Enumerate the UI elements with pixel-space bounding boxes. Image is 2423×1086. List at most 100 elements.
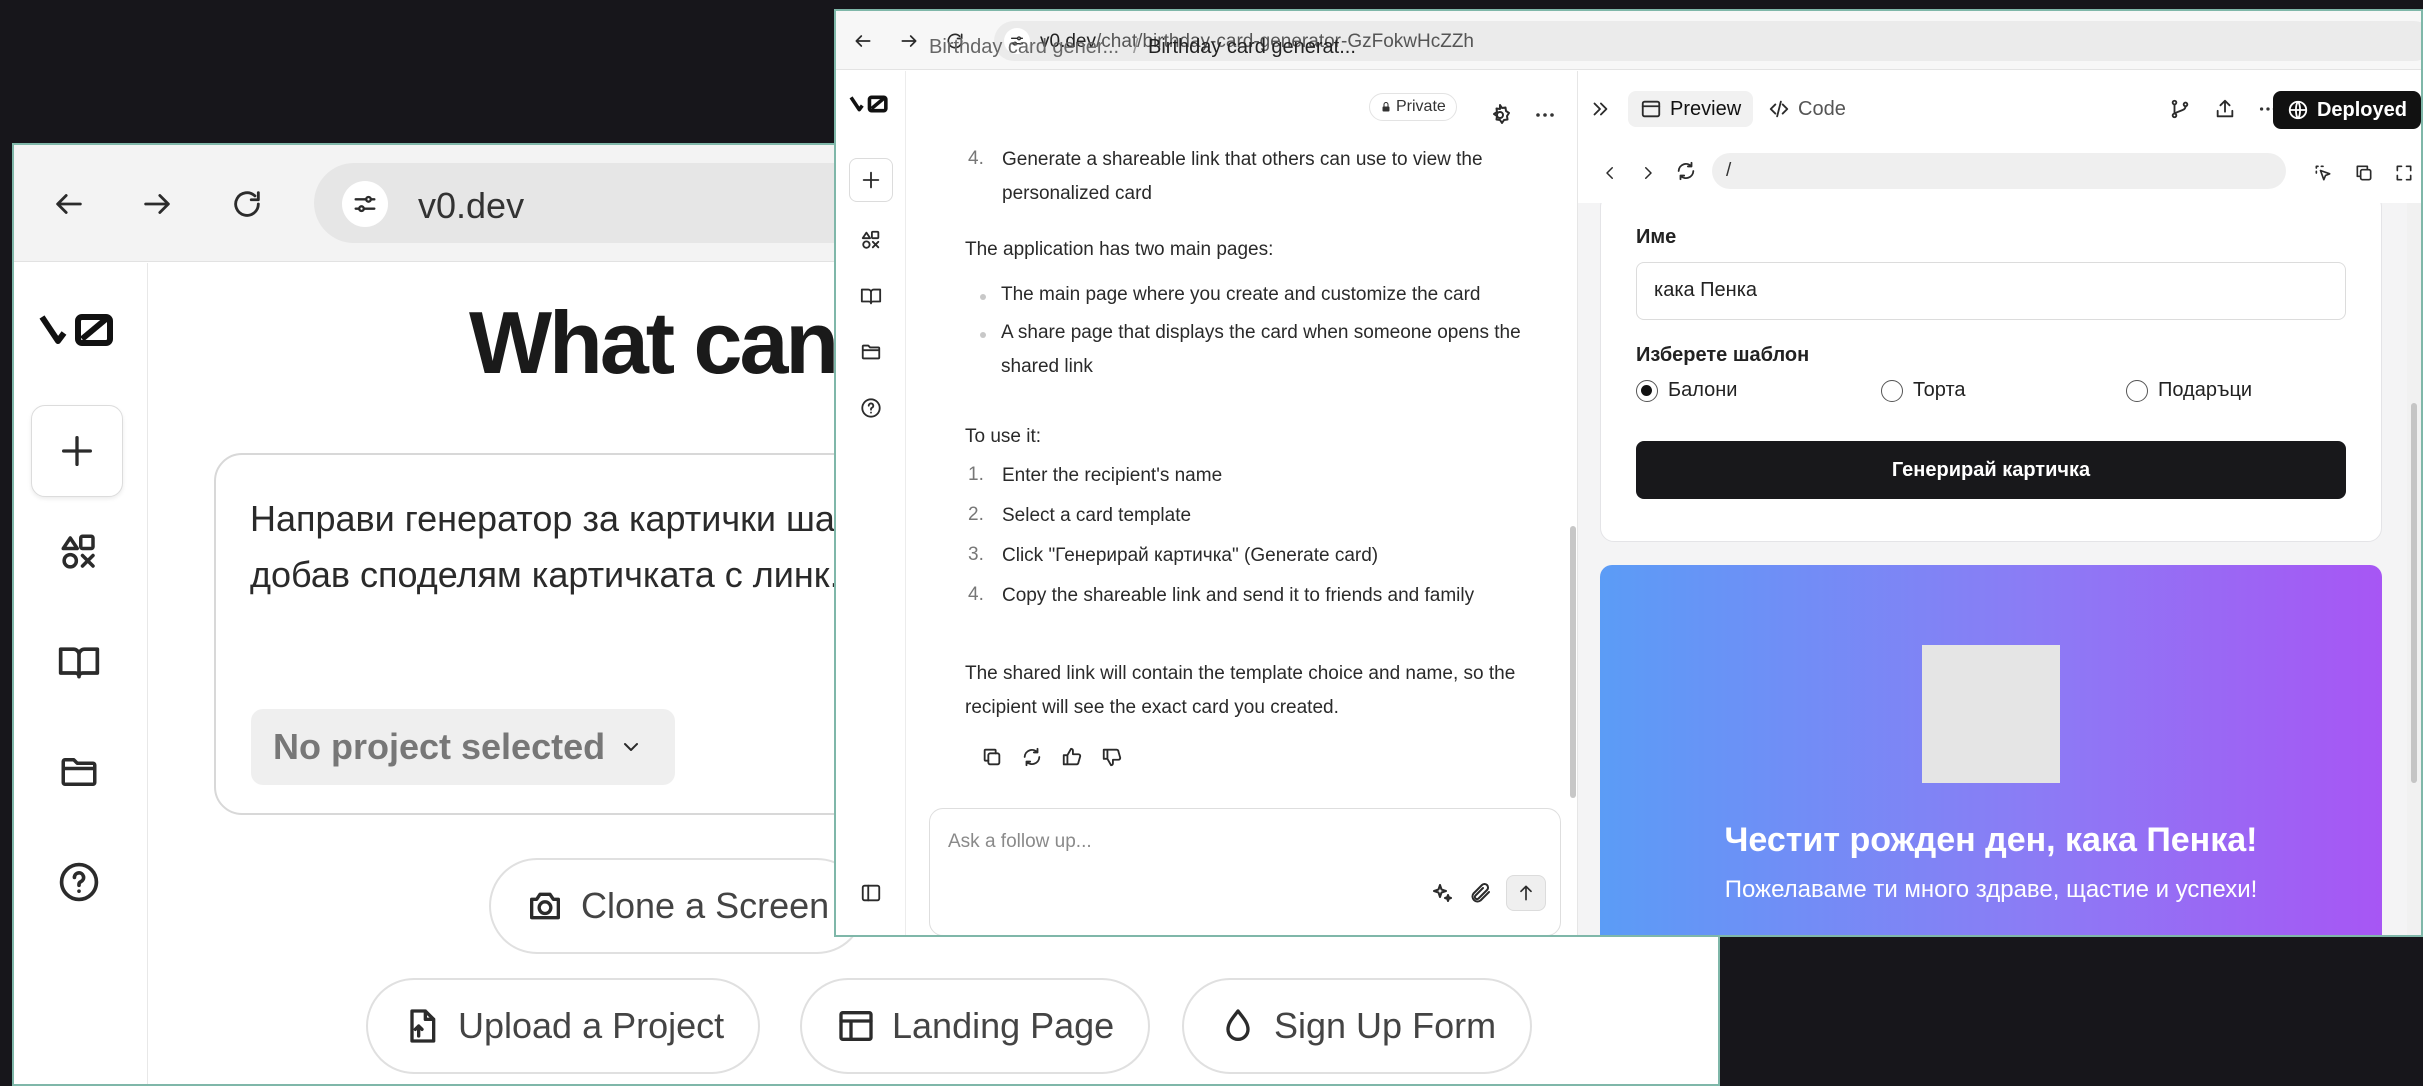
card-form: Име кака Пенка Изберете шаблон Балони То… <box>1600 203 2382 542</box>
list-number: 1. <box>968 464 984 485</box>
arrow-up-icon <box>1520 885 1532 901</box>
chat-messages: 4. Generate a shareable link that others… <box>907 143 1577 803</box>
chat-paragraph: The shared link will contain the templat… <box>965 663 1516 718</box>
template-radio-cake[interactable]: Торта <box>1881 379 1966 402</box>
clone-screenshot-chip[interactable]: Clone a Screen <box>489 858 866 954</box>
share-upload-icon[interactable] <box>2211 95 2239 123</box>
folder-icon[interactable] <box>856 337 886 367</box>
open-new-window-icon[interactable] <box>2352 161 2376 185</box>
more-options-icon[interactable] <box>1533 103 1557 127</box>
template-radio-gifts[interactable]: Подаръци <box>2126 379 2252 402</box>
breadcrumb-project[interactable]: Birthday card gener... <box>929 36 1119 59</box>
preview-scrollbar[interactable] <box>2407 203 2421 935</box>
layout-icon <box>839 1011 873 1041</box>
sign-up-form-chip[interactable]: Sign Up Form <box>1182 978 1533 1074</box>
site-info-icon[interactable] <box>342 181 388 227</box>
bullet <box>980 294 986 300</box>
chevron-down-icon <box>624 743 639 751</box>
shapes-icon[interactable] <box>48 521 110 583</box>
forward-arrow-icon[interactable] <box>896 28 922 54</box>
url-text: v0.dev <box>418 185 525 226</box>
send-button[interactable] <box>1506 875 1546 911</box>
chat-scrollbar[interactable] <box>1570 156 1576 806</box>
settings-gear-icon[interactable] <box>1488 103 1512 127</box>
git-branch-icon[interactable] <box>2166 95 2194 123</box>
list-number: 4. <box>968 584 984 605</box>
v0-logo-icon[interactable] <box>36 299 126 361</box>
book-icon[interactable] <box>856 281 886 311</box>
shapes-icon[interactable] <box>856 225 886 255</box>
paperclip-icon[interactable] <box>1468 881 1492 905</box>
name-input[interactable]: кака Пенка <box>1636 262 2346 320</box>
help-icon[interactable] <box>48 851 110 913</box>
template-radio-balloons[interactable]: Балони <box>1636 379 1737 402</box>
bullet <box>980 332 986 338</box>
list-item: Click "Генерирай картичка" (Generate car… <box>1002 545 1379 566</box>
file-upload-icon <box>410 1009 436 1043</box>
browser-window-icon <box>1641 100 1661 118</box>
reload-icon[interactable] <box>222 179 272 229</box>
project-selector[interactable]: No project selected <box>251 709 675 785</box>
preview-back-icon[interactable] <box>1598 161 1622 185</box>
follow-up-composer[interactable]: Ask a follow up... <box>929 808 1561 935</box>
private-badge[interactable]: Private <box>1369 93 1457 121</box>
thumbs-up-icon[interactable] <box>1059 744 1085 770</box>
template-label: Изберете шаблон <box>1636 344 1810 366</box>
folder-icon[interactable] <box>48 741 110 803</box>
preview-viewport: Име кака Пенка Изберете шаблон Балони То… <box>1578 203 2420 935</box>
generate-card-button[interactable]: Генерирай картичка <box>1636 441 2346 499</box>
card-title: Честит рожден ден, кака Пенка! <box>1724 821 2258 859</box>
copy-icon[interactable] <box>979 744 1005 770</box>
project-selector-label: No project selected <box>273 726 606 767</box>
list-item: Generate a shareable link that others ca… <box>1002 149 1483 204</box>
chat-paragraph: The application has two main pages: <box>965 239 1274 260</box>
new-chat-button[interactable] <box>849 158 893 202</box>
expand-chevrons-icon[interactable] <box>1586 95 1614 123</box>
composer-input[interactable]: Ask a follow up... <box>948 831 1092 853</box>
radio-indicator[interactable] <box>2126 379 2148 402</box>
upload-project-chip[interactable]: Upload a Project <box>366 978 761 1074</box>
scrollbar-thumb[interactable] <box>2411 403 2417 783</box>
name-label: Име <box>1636 226 1677 248</box>
sparkles-icon[interactable] <box>1430 881 1454 905</box>
book-icon[interactable] <box>48 631 110 693</box>
list-number: 2. <box>968 504 984 525</box>
preview-reload-icon[interactable] <box>1674 159 1698 183</box>
breadcrumb-chat[interactable]: Birthday card generat... <box>1148 36 1356 59</box>
preview-path-input[interactable]: / <box>1712 153 2286 189</box>
forward-arrow-icon[interactable] <box>132 179 182 229</box>
landing-page-chip[interactable]: Landing Page <box>800 978 1151 1074</box>
new-chat-button[interactable] <box>31 405 123 497</box>
preview-forward-icon[interactable] <box>1636 161 1660 185</box>
radio-indicator[interactable] <box>1636 379 1658 402</box>
back-arrow-icon[interactable] <box>850 28 876 54</box>
help-icon[interactable] <box>856 393 886 423</box>
list-item: A share page that displays the card when… <box>1001 322 1521 377</box>
chat-header <box>907 71 1577 143</box>
page-heading: What can <box>469 293 839 392</box>
front-browser-window: v0.dev/chat/birthday-card-generator-GzFo… <box>834 9 2423 937</box>
chat-paragraph: To use it: <box>965 426 1042 447</box>
message-actions <box>979 744 1125 770</box>
card-image-placeholder <box>1922 645 2060 783</box>
radio-indicator[interactable] <box>1881 379 1903 402</box>
list-number: 4. <box>968 148 984 169</box>
v0-sidebar <box>14 263 148 1084</box>
regenerate-icon[interactable] <box>1019 744 1045 770</box>
thumbs-down-icon[interactable] <box>1099 744 1125 770</box>
code-icon <box>1769 100 1789 118</box>
preview-nav: / <box>1578 143 2421 203</box>
list-item: The main page where you create and custo… <box>1001 284 1481 305</box>
deployed-button[interactable]: Deployed <box>2272 91 2421 129</box>
v0-logo-icon[interactable] <box>848 89 894 119</box>
sidebar-toggle-icon[interactable] <box>856 878 886 908</box>
scrollbar-thumb[interactable] <box>1570 526 1576 798</box>
back-arrow-icon[interactable] <box>44 179 94 229</box>
fullscreen-icon[interactable] <box>2392 161 2416 185</box>
list-item: Copy the shareable link and send it to f… <box>1002 585 1475 606</box>
tab-code[interactable]: Code <box>1756 91 1858 127</box>
preview-header: Preview Code Deployed <box>1578 71 2421 143</box>
chip-label: Upload a Project <box>458 1005 725 1046</box>
tab-preview[interactable]: Preview <box>1628 91 1754 127</box>
inspect-cursor-icon[interactable] <box>2311 161 2335 185</box>
